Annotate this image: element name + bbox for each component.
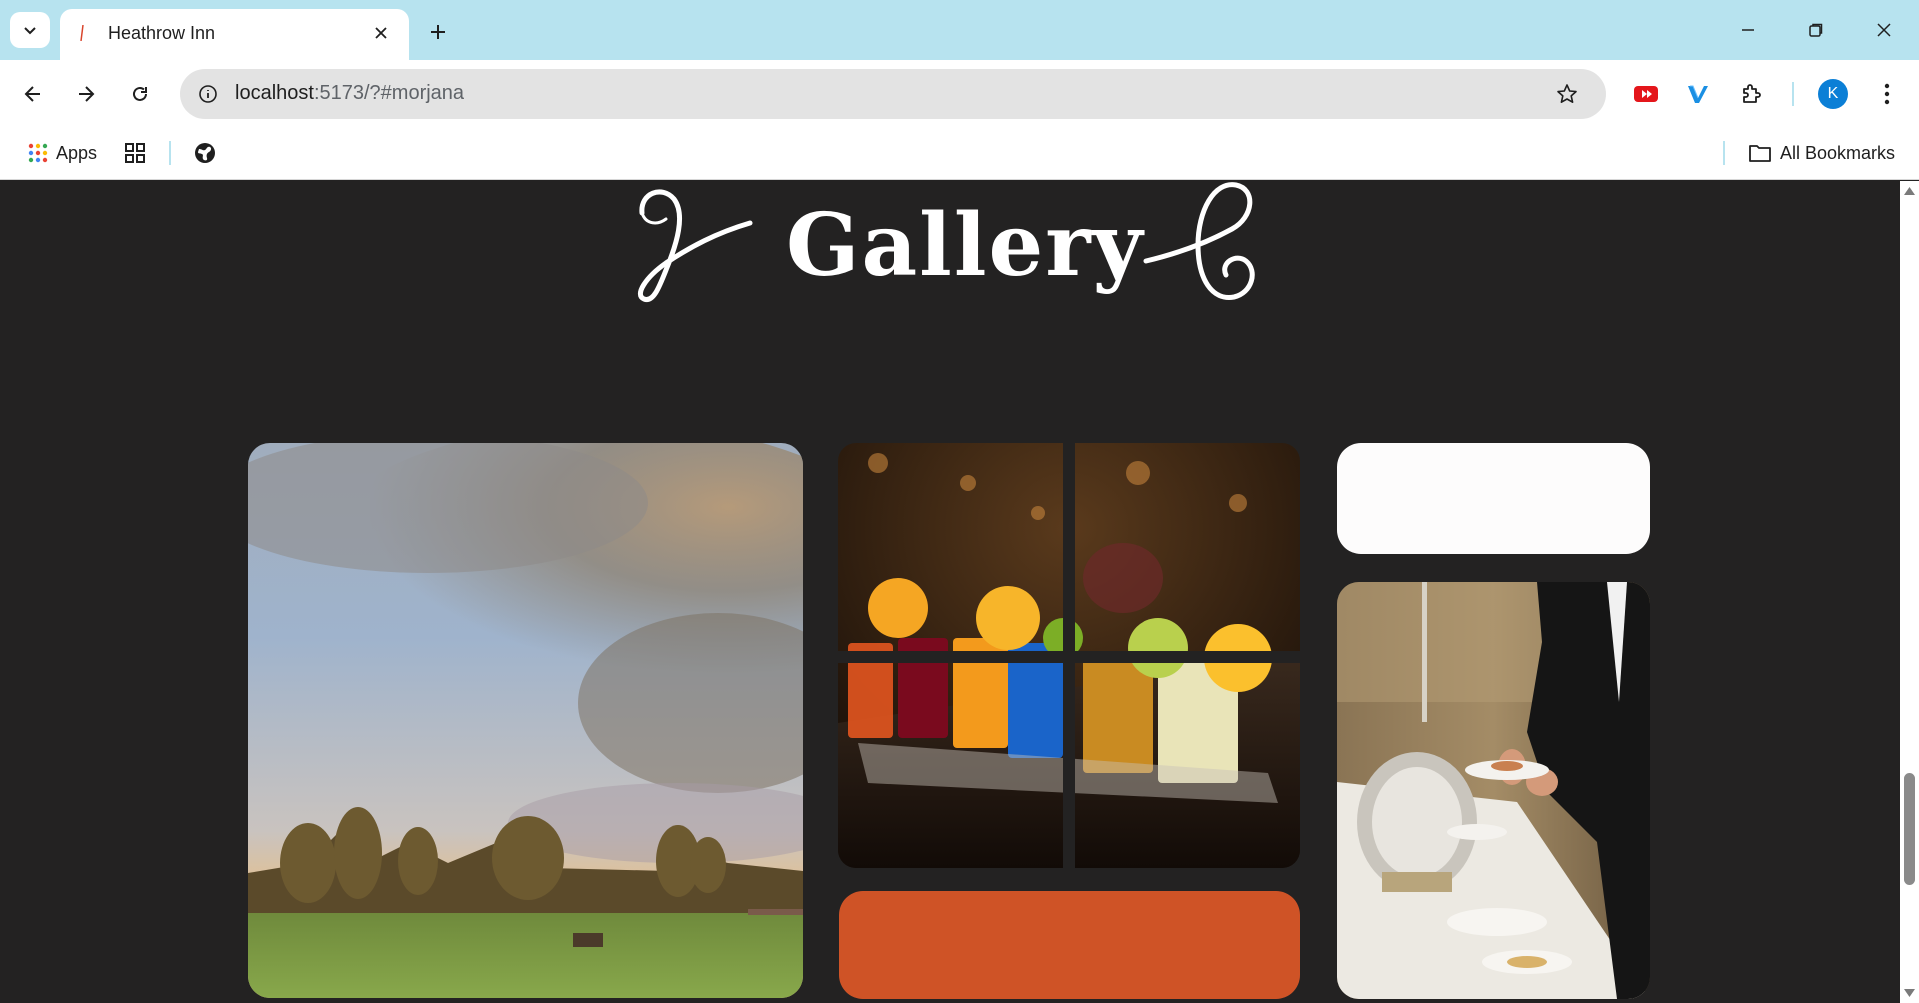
youtube-extension-button[interactable] xyxy=(1630,78,1662,110)
youtube-extension-icon xyxy=(1634,86,1658,102)
blank-white-tile xyxy=(1337,443,1650,554)
info-icon xyxy=(199,85,217,103)
active-tab[interactable]: Heathrow Inn xyxy=(60,9,409,60)
url-text[interactable]: localhost:5173/?#morjana xyxy=(235,82,464,105)
vimeo-extension-button[interactable] xyxy=(1682,78,1714,110)
scroll-thumb[interactable] xyxy=(1904,773,1915,885)
globe-icon xyxy=(195,143,215,163)
back-button[interactable] xyxy=(15,76,51,112)
vimeo-extension-icon xyxy=(1688,85,1708,103)
back-arrow-icon xyxy=(24,86,40,102)
scroll-down-icon[interactable] xyxy=(1904,989,1915,997)
forward-arrow-icon xyxy=(79,86,95,102)
site-favicon-icon xyxy=(80,25,84,41)
forward-button[interactable] xyxy=(68,76,104,112)
bookmarks-divider-right xyxy=(1723,141,1725,165)
page-scrollbar[interactable] xyxy=(1900,181,1919,1003)
page-viewport: Gallery xyxy=(0,181,1900,1003)
extensions-button[interactable] xyxy=(1736,78,1768,110)
scroll-up-icon[interactable] xyxy=(1904,187,1915,195)
landscape-photo[interactable] xyxy=(248,443,803,998)
puzzle-icon xyxy=(1743,84,1761,103)
url-path: :5173/?#morjana xyxy=(313,82,465,104)
bookmarks-divider xyxy=(169,141,171,165)
all-bookmarks-button[interactable]: All Bookmarks xyxy=(1748,138,1895,168)
restore-icon xyxy=(1809,23,1823,37)
buffet-image xyxy=(1337,582,1650,999)
close-tab-button[interactable] xyxy=(367,19,395,47)
browser-menu-button[interactable] xyxy=(1872,78,1902,110)
apps-grid-icon xyxy=(28,143,48,163)
folder-icon xyxy=(1749,145,1771,162)
apps-bookmark[interactable]: Apps xyxy=(28,138,97,168)
star-icon xyxy=(1557,84,1577,103)
bookmarks-bar: Apps All Bookmarks xyxy=(0,126,1919,180)
tab-title: Heathrow Inn xyxy=(108,23,216,43)
apps-bookmark-label: Apps xyxy=(56,142,98,163)
address-bar[interactable]: localhost:5173/?#morjana xyxy=(180,69,1606,119)
site-info-button[interactable] xyxy=(194,80,222,108)
reload-icon xyxy=(133,86,147,101)
all-bookmarks-label: All Bookmarks xyxy=(1780,142,1896,163)
toolbar-divider xyxy=(1792,82,1794,106)
restore-button[interactable] xyxy=(1798,14,1834,46)
landscape-image xyxy=(248,443,803,998)
bookmark-star-button[interactable] xyxy=(1552,79,1582,109)
close-icon xyxy=(375,27,387,39)
reload-button[interactable] xyxy=(122,76,158,112)
minimize-icon xyxy=(1742,29,1754,31)
kebab-menu-icon xyxy=(1884,83,1890,105)
buffet-photo[interactable] xyxy=(1337,582,1650,999)
globe-bookmark[interactable] xyxy=(193,138,217,168)
left-flourish-icon xyxy=(637,189,753,302)
browser-tab-strip: Heathrow Inn xyxy=(0,0,1919,60)
gallery-heading: Gallery xyxy=(786,195,1145,296)
tab-list-icon xyxy=(24,27,36,35)
browser-toolbar: localhost:5173/?#morjana K xyxy=(0,60,1919,126)
minimize-button[interactable] xyxy=(1730,14,1766,46)
url-host: localhost xyxy=(235,82,314,104)
tab-groups-bookmark[interactable] xyxy=(124,138,146,168)
cocktails-photo[interactable] xyxy=(838,443,1300,868)
tab-list-button[interactable] xyxy=(10,12,50,48)
window-close-icon xyxy=(1877,23,1891,37)
cocktails-image xyxy=(838,443,1300,868)
new-tab-button[interactable] xyxy=(422,16,454,48)
window-close-button[interactable] xyxy=(1866,14,1902,46)
profile-avatar[interactable]: K xyxy=(1818,79,1848,109)
right-flourish-icon xyxy=(1143,182,1255,300)
tab-grid-icon xyxy=(125,143,145,163)
orange-tile xyxy=(839,891,1300,999)
plus-icon xyxy=(431,25,445,39)
